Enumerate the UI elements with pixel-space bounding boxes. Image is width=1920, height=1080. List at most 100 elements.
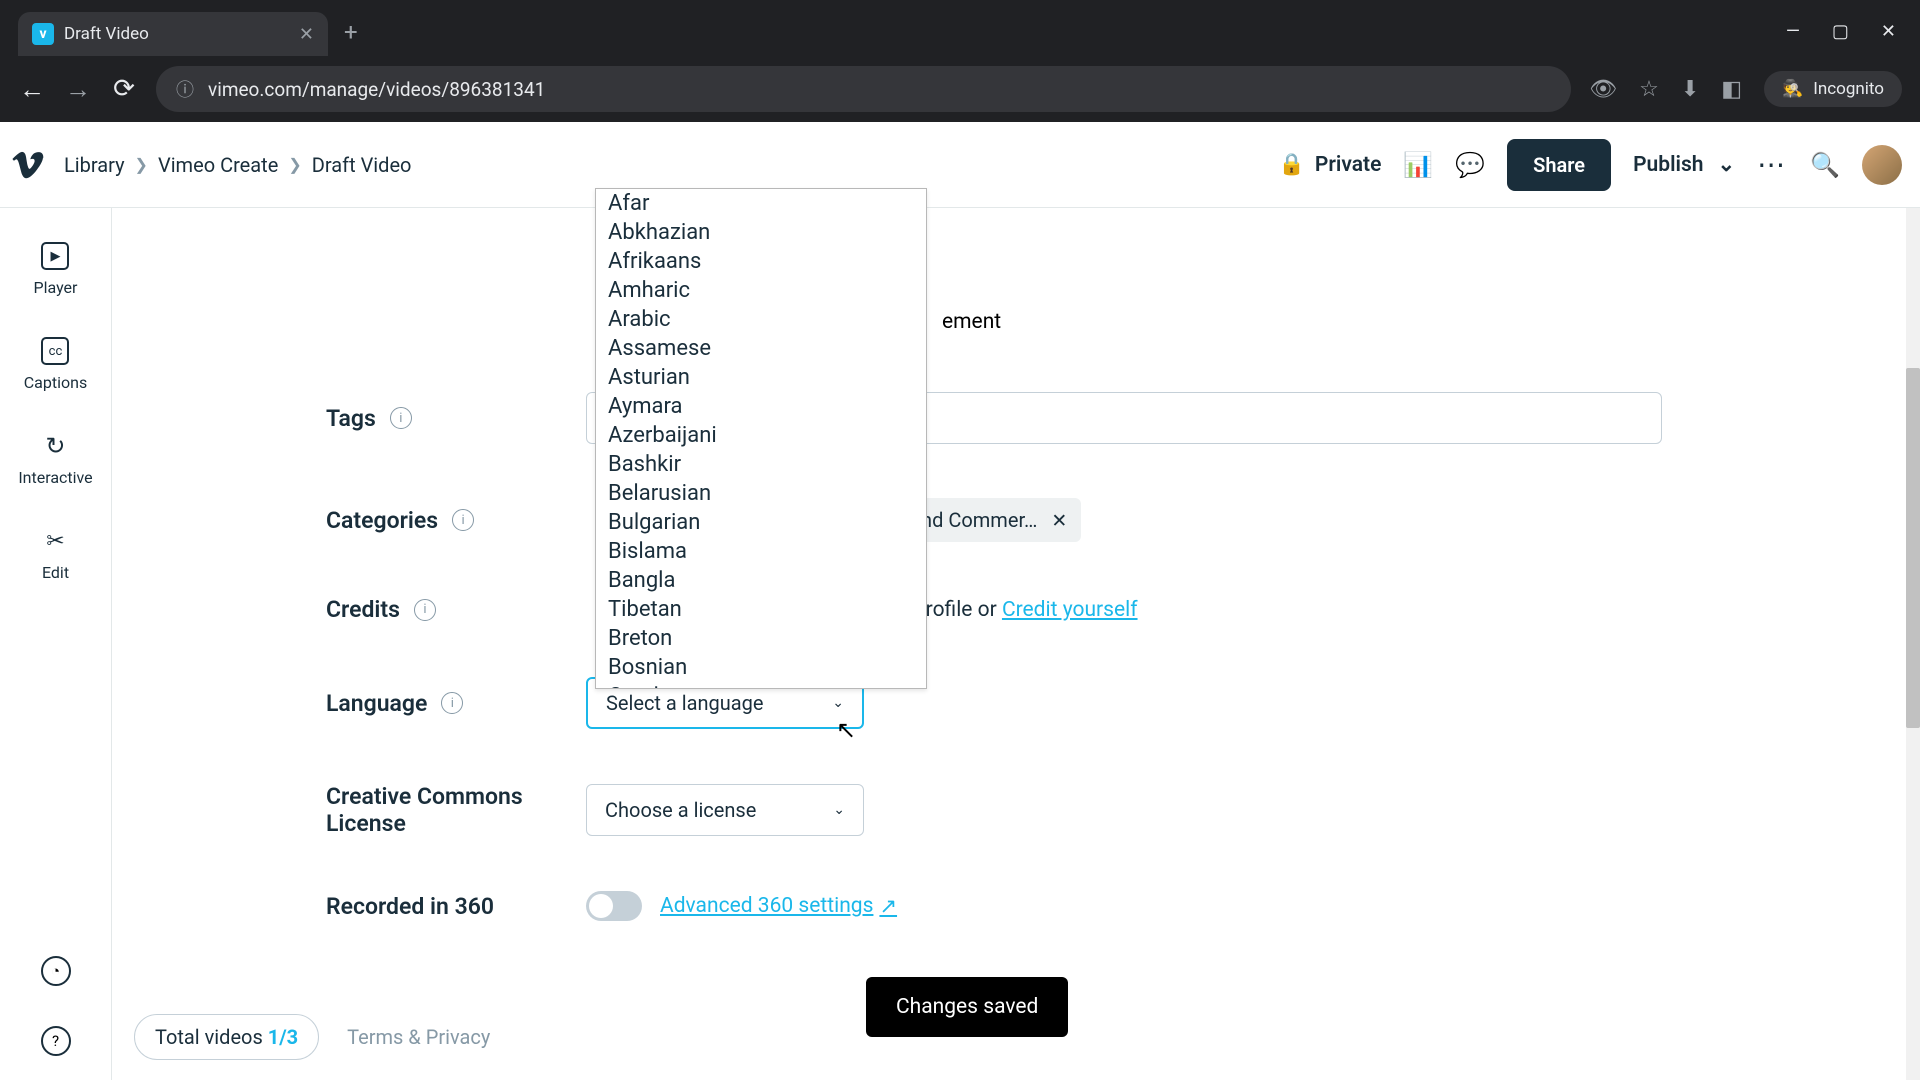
language-option[interactable]: Belarusian <box>596 479 926 508</box>
close-window-button[interactable]: ✕ <box>1881 21 1896 42</box>
chip-remove-button[interactable]: ✕ <box>1051 509 1067 532</box>
info-icon[interactable]: i <box>452 509 474 531</box>
analytics-icon[interactable]: 📊 <box>1403 151 1433 179</box>
language-option[interactable]: Bosnian <box>596 653 926 682</box>
toggle-knob <box>589 894 613 918</box>
credits-label: Credits i <box>326 596 586 623</box>
language-placeholder: Select a language <box>606 691 764 715</box>
language-option[interactable]: Bangla <box>596 566 926 595</box>
lock-icon: 🔒 <box>1279 153 1305 177</box>
language-option[interactable]: Asturian <box>596 363 926 392</box>
search-icon[interactable]: 🔍 <box>1810 151 1840 179</box>
help-icon[interactable]: ? <box>41 1026 71 1056</box>
download-icon[interactable]: ⬇ <box>1681 77 1699 102</box>
license-placeholder: Choose a license <box>605 798 756 822</box>
url-text: vimeo.com/manage/videos/896381341 <box>208 78 545 101</box>
language-option[interactable]: Catalan <box>596 682 926 689</box>
language-option[interactable]: Afar <box>596 189 926 218</box>
vimeo-favicon-icon: v <box>32 23 54 45</box>
timer-icon[interactable]: ◔ <box>41 956 71 986</box>
license-label: Creative Commons License <box>326 783 586 837</box>
chevron-down-icon: ⌄ <box>832 695 844 711</box>
incognito-icon: 🕵 <box>1782 79 1803 99</box>
categories-label: Categories i <box>326 507 586 534</box>
breadcrumb-library[interactable]: Library <box>64 153 125 177</box>
content-mgmt-heading-partial: ement <box>942 310 1001 334</box>
credit-yourself-link[interactable]: Credit yourself <box>1002 598 1138 622</box>
language-option[interactable]: Aymara <box>596 392 926 421</box>
scrollbar-thumb[interactable] <box>1906 368 1920 728</box>
breadcrumb-draft: Draft Video <box>312 153 412 177</box>
sidebar-item-edit[interactable]: ✂ Edit <box>42 527 70 582</box>
more-options-button[interactable]: ⋯ <box>1757 148 1788 181</box>
publish-label: Publish <box>1633 153 1703 177</box>
site-info-icon[interactable]: ⓘ <box>176 76 194 102</box>
language-option[interactable]: Bashkir <box>596 450 926 479</box>
forward-button[interactable]: → <box>64 74 92 105</box>
language-option[interactable]: Amharic <box>596 276 926 305</box>
privacy-label: Private <box>1315 153 1382 177</box>
scissors-icon: ✂ <box>42 527 70 555</box>
browser-tab[interactable]: v Draft Video ✕ <box>18 12 328 56</box>
info-icon[interactable]: i <box>390 407 412 429</box>
language-option[interactable]: Azerbaijani <box>596 421 926 450</box>
interactive-icon: ↻ <box>41 432 69 460</box>
chevron-down-icon: ⌄ <box>833 802 845 818</box>
toast-changes-saved: Changes saved <box>866 977 1068 1037</box>
bookmark-icon[interactable]: ☆ <box>1639 77 1659 102</box>
play-icon: ▶ <box>41 242 69 270</box>
language-dropdown-listbox[interactable]: AfarAbkhazianAfrikaansAmharicArabicAssam… <box>595 188 927 689</box>
language-option[interactable]: Breton <box>596 624 926 653</box>
window-controls: — ▢ ✕ <box>1786 21 1908 42</box>
comment-icon[interactable]: 💬 <box>1455 151 1485 179</box>
reload-button[interactable]: ⟳ <box>110 74 138 104</box>
language-option[interactable]: Bislama <box>596 537 926 566</box>
chip-label: And Commer… <box>908 508 1037 532</box>
breadcrumb-create[interactable]: Vimeo Create <box>158 153 278 177</box>
share-button[interactable]: Share <box>1507 139 1611 191</box>
language-option[interactable]: Assamese <box>596 334 926 363</box>
total-videos-badge[interactable]: Total videos 1/3 <box>134 1014 319 1060</box>
minimize-button[interactable]: — <box>1786 21 1800 42</box>
tab-close-button[interactable]: ✕ <box>299 24 314 45</box>
avatar[interactable] <box>1862 145 1902 185</box>
license-select[interactable]: Choose a license ⌄ <box>586 784 864 836</box>
recorded360-toggle[interactable] <box>586 891 642 921</box>
language-label: Language i <box>326 690 586 717</box>
url-input[interactable]: ⓘ vimeo.com/manage/videos/896381341 <box>156 66 1571 112</box>
language-option[interactable]: Arabic <box>596 305 926 334</box>
language-option[interactable]: Tibetan <box>596 595 926 624</box>
chevron-right-icon: ❯ <box>135 155 148 174</box>
language-option[interactable]: Abkhazian <box>596 218 926 247</box>
external-link-icon: ↗ <box>879 894 897 919</box>
sidebar-item-interactive[interactable]: ↻ Interactive <box>18 432 92 487</box>
eye-off-icon[interactable]: 👁 <box>1589 77 1617 102</box>
browser-address-bar: ← → ⟳ ⓘ vimeo.com/manage/videos/89638134… <box>0 56 1920 122</box>
back-button[interactable]: ← <box>18 74 46 105</box>
terms-privacy-link[interactable]: Terms & Privacy <box>347 1025 490 1049</box>
publish-button[interactable]: Publish ⌄ <box>1633 152 1735 177</box>
sidebar-item-player[interactable]: ▶ Player <box>34 242 78 297</box>
incognito-badge[interactable]: 🕵 Incognito <box>1764 71 1902 107</box>
new-tab-button[interactable]: + <box>344 18 358 46</box>
advanced-360-link[interactable]: Advanced 360 settings ↗ <box>660 894 897 919</box>
sidebar: ▶ Player cc Captions ↻ Interactive ✂ Edi… <box>0 208 112 1080</box>
language-option[interactable]: Afrikaans <box>596 247 926 276</box>
info-icon[interactable]: i <box>441 692 463 714</box>
chevron-right-icon: ❯ <box>288 155 301 174</box>
tags-label: Tags i <box>326 405 586 432</box>
side-panel-icon[interactable]: ◧ <box>1721 77 1742 102</box>
language-option[interactable]: Bulgarian <box>596 508 926 537</box>
footer: Total videos 1/3 Terms & Privacy <box>134 1014 490 1060</box>
sidebar-item-captions[interactable]: cc Captions <box>24 337 87 392</box>
browser-titlebar: v Draft Video ✕ + — ▢ ✕ <box>0 0 1920 56</box>
main-scrollbar[interactable] <box>1906 208 1920 1080</box>
tab-title: Draft Video <box>64 24 149 44</box>
incognito-label: Incognito <box>1813 79 1884 99</box>
maximize-button[interactable]: ▢ <box>1832 21 1849 42</box>
info-icon[interactable]: i <box>414 599 436 621</box>
privacy-button[interactable]: 🔒 Private <box>1279 153 1382 177</box>
vimeo-logo-icon[interactable] <box>10 147 46 183</box>
chevron-down-icon: ⌄ <box>1718 152 1736 177</box>
breadcrumb: Library ❯ Vimeo Create ❯ Draft Video <box>64 153 411 177</box>
